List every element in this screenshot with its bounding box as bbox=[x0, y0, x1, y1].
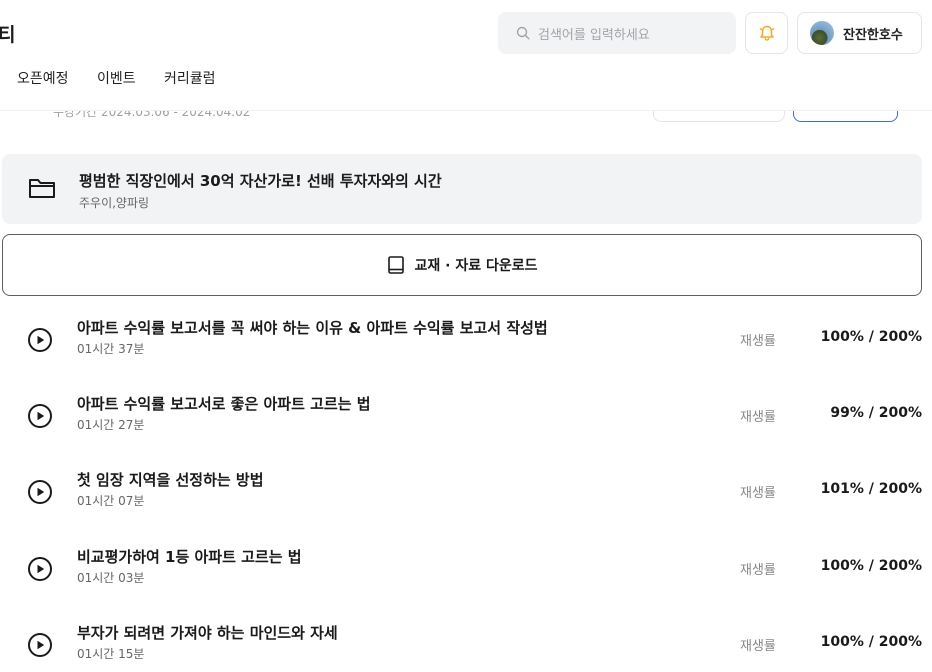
lesson-item[interactable]: 비교평가하여 1등 아파트 고르는 법 01시간 03분 재생률 100% / … bbox=[0, 546, 932, 596]
play-rate-value: 99% / 200% bbox=[830, 405, 922, 421]
lesson-title: 부자가 되려면 가져야 하는 마인드와 자세 bbox=[77, 624, 338, 642]
lesson-duration: 01시간 03분 bbox=[77, 571, 145, 585]
lesson-item[interactable]: 아파트 수익률 보고서로 좋은 아파트 고르는 법 01시간 27분 재생률 9… bbox=[0, 393, 932, 443]
play-circle-icon[interactable] bbox=[27, 632, 53, 658]
download-label: 교재 · 자료 다운로드 bbox=[414, 258, 538, 274]
play-rate-label: 재생률 bbox=[740, 639, 776, 654]
course-card[interactable]: 평범한 직장인에서 30억 자산가로! 선배 투자자와의 시간 주우이,양파링 bbox=[2, 154, 922, 224]
search-icon bbox=[516, 26, 530, 40]
course-title: 평범한 직장인에서 30억 자산가로! 선배 투자자와의 시간 bbox=[79, 172, 442, 190]
search-placeholder: 검색어를 입력하세요 bbox=[538, 27, 650, 43]
lesson-item[interactable]: 아파트 수익률 보고서를 꼭 써야 하는 이유 & 아파트 수익률 보고서 작성… bbox=[0, 317, 932, 367]
brand-logo-text[interactable]: 티 bbox=[0, 20, 15, 47]
bell-icon bbox=[759, 25, 774, 41]
nav-item-upcoming[interactable]: 오픈예정 bbox=[17, 68, 69, 88]
folder-icon bbox=[29, 179, 55, 198]
lesson-title: 아파트 수익률 보고서로 좋은 아파트 고르는 법 bbox=[77, 395, 371, 413]
lesson-duration: 01시간 07분 bbox=[77, 494, 145, 508]
play-rate-label: 재생률 bbox=[740, 410, 776, 425]
nav-item-events[interactable]: 이벤트 bbox=[97, 68, 136, 88]
lesson-duration: 01시간 27분 bbox=[77, 418, 145, 432]
play-rate-label: 재생률 bbox=[740, 563, 776, 578]
play-rate-label: 재생률 bbox=[740, 486, 776, 501]
play-rate-value: 101% / 200% bbox=[820, 481, 922, 497]
lesson-duration: 01시간 15분 bbox=[77, 647, 145, 661]
lesson-title: 아파트 수익률 보고서를 꼭 써야 하는 이유 & 아파트 수익률 보고서 작성… bbox=[77, 319, 548, 337]
previous-course-period: 수강기간 2024.03.06 - 2024.04.02 bbox=[53, 105, 251, 119]
nav-divider bbox=[0, 110, 932, 111]
course-instructors: 주우이,양파링 bbox=[79, 196, 150, 210]
nav-item-curriculum[interactable]: 커리큘럼 bbox=[164, 68, 216, 88]
lesson-title: 첫 임장 지역을 선정하는 방법 bbox=[77, 471, 264, 489]
play-rate-value: 100% / 200% bbox=[820, 558, 922, 574]
play-rate-value: 100% / 200% bbox=[820, 634, 922, 650]
download-materials-button[interactable]: 교재 · 자료 다운로드 bbox=[2, 234, 922, 296]
play-rate-value: 100% / 200% bbox=[820, 329, 922, 345]
lesson-item[interactable]: 첫 임장 지역을 선정하는 방법 01시간 07분 재생률 101% / 200… bbox=[0, 469, 932, 519]
play-circle-icon[interactable] bbox=[27, 556, 53, 582]
previous-primary-button[interactable] bbox=[793, 111, 898, 122]
lesson-item[interactable]: 부자가 되려면 가져야 하는 마인드와 자세 01시간 15분 재생률 100%… bbox=[0, 622, 932, 672]
lesson-duration: 01시간 37분 bbox=[77, 342, 145, 356]
book-icon bbox=[387, 256, 404, 274]
play-circle-icon[interactable] bbox=[27, 403, 53, 429]
previous-secondary-button[interactable] bbox=[653, 111, 785, 122]
user-menu-button[interactable]: 잔잔한호수 bbox=[797, 12, 922, 54]
play-circle-icon[interactable] bbox=[27, 479, 53, 505]
lesson-title: 비교평가하여 1등 아파트 고르는 법 bbox=[77, 548, 302, 566]
play-rate-label: 재생률 bbox=[740, 334, 776, 349]
user-name: 잔잔한호수 bbox=[843, 27, 903, 43]
avatar bbox=[810, 21, 834, 45]
play-circle-icon[interactable] bbox=[27, 327, 53, 353]
notification-button[interactable] bbox=[745, 12, 788, 54]
search-input[interactable]: 검색어를 입력하세요 bbox=[498, 12, 736, 54]
